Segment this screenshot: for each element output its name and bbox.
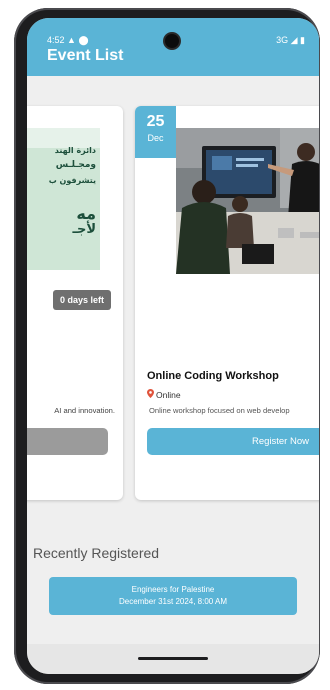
event-date-month: Dec — [147, 133, 164, 143]
poster-text-line: ومجـلـس — [55, 160, 96, 170]
registered-event-name: Engineers for Palestine — [131, 585, 215, 594]
poster-text-line: دائرة الهند — [54, 146, 96, 155]
event-date-day: 25 — [146, 113, 165, 130]
recently-registered-heading: Recently Registered — [33, 545, 160, 561]
network-type: 3G — [276, 35, 289, 45]
location-pin-icon — [147, 389, 154, 400]
event-card[interactable]: دائرة الهند ومجـلـس يتشرفون ب مه لأجـ 0 … — [27, 106, 123, 500]
event-title: Online Coding Workshop — [147, 370, 279, 382]
event-description: Online workshop focused on web develop — [149, 406, 290, 415]
event-location-label: Online — [156, 389, 181, 400]
page-title: Event List — [47, 47, 124, 64]
poster-text-line: مه — [76, 204, 96, 223]
event-card[interactable]: 25 Dec Online Coding Workshop Online Onl… — [135, 106, 319, 500]
register-now-button[interactable]: Register Now — [147, 428, 319, 455]
event-poster-image: دائرة الهند ومجـلـس يتشرفون ب مه لأجـ — [27, 128, 100, 270]
poster-text-line: لأجـ — [72, 222, 97, 237]
home-gesture-handle[interactable] — [138, 657, 208, 660]
signal-battery-icon: ◢ ▮ — [290, 35, 305, 45]
registered-event-date: December 31st 2024, 8:00 AM — [118, 597, 228, 606]
system-navigation-bar — [27, 644, 319, 674]
app-screen: 4:52 ▲ ⬤ 3G ◢ ▮ Event List دائرة الهند و… — [27, 18, 319, 674]
days-left-badge: 0 days left — [53, 290, 111, 310]
event-photo — [176, 128, 319, 274]
registered-event-item[interactable]: Engineers for Palestine December 31st 20… — [49, 577, 297, 615]
status-notification-icons: ▲ ⬤ — [67, 35, 89, 45]
app-bar: 4:52 ▲ ⬤ 3G ◢ ▮ Event List — [27, 18, 319, 76]
status-time: 4:52 ▲ ⬤ — [47, 35, 89, 45]
event-date-badge: 25 Dec — [135, 106, 176, 158]
register-button-disabled[interactable] — [27, 428, 108, 455]
workshop-photo-illustration — [176, 128, 319, 274]
front-camera — [165, 34, 179, 48]
event-description: AI and innovation. — [54, 406, 115, 415]
poster-header-band — [27, 128, 100, 148]
poster-text-line: يتشرفون ب — [48, 176, 96, 185]
status-right: 3G ◢ ▮ — [276, 35, 305, 46]
event-location: Online — [147, 389, 181, 400]
